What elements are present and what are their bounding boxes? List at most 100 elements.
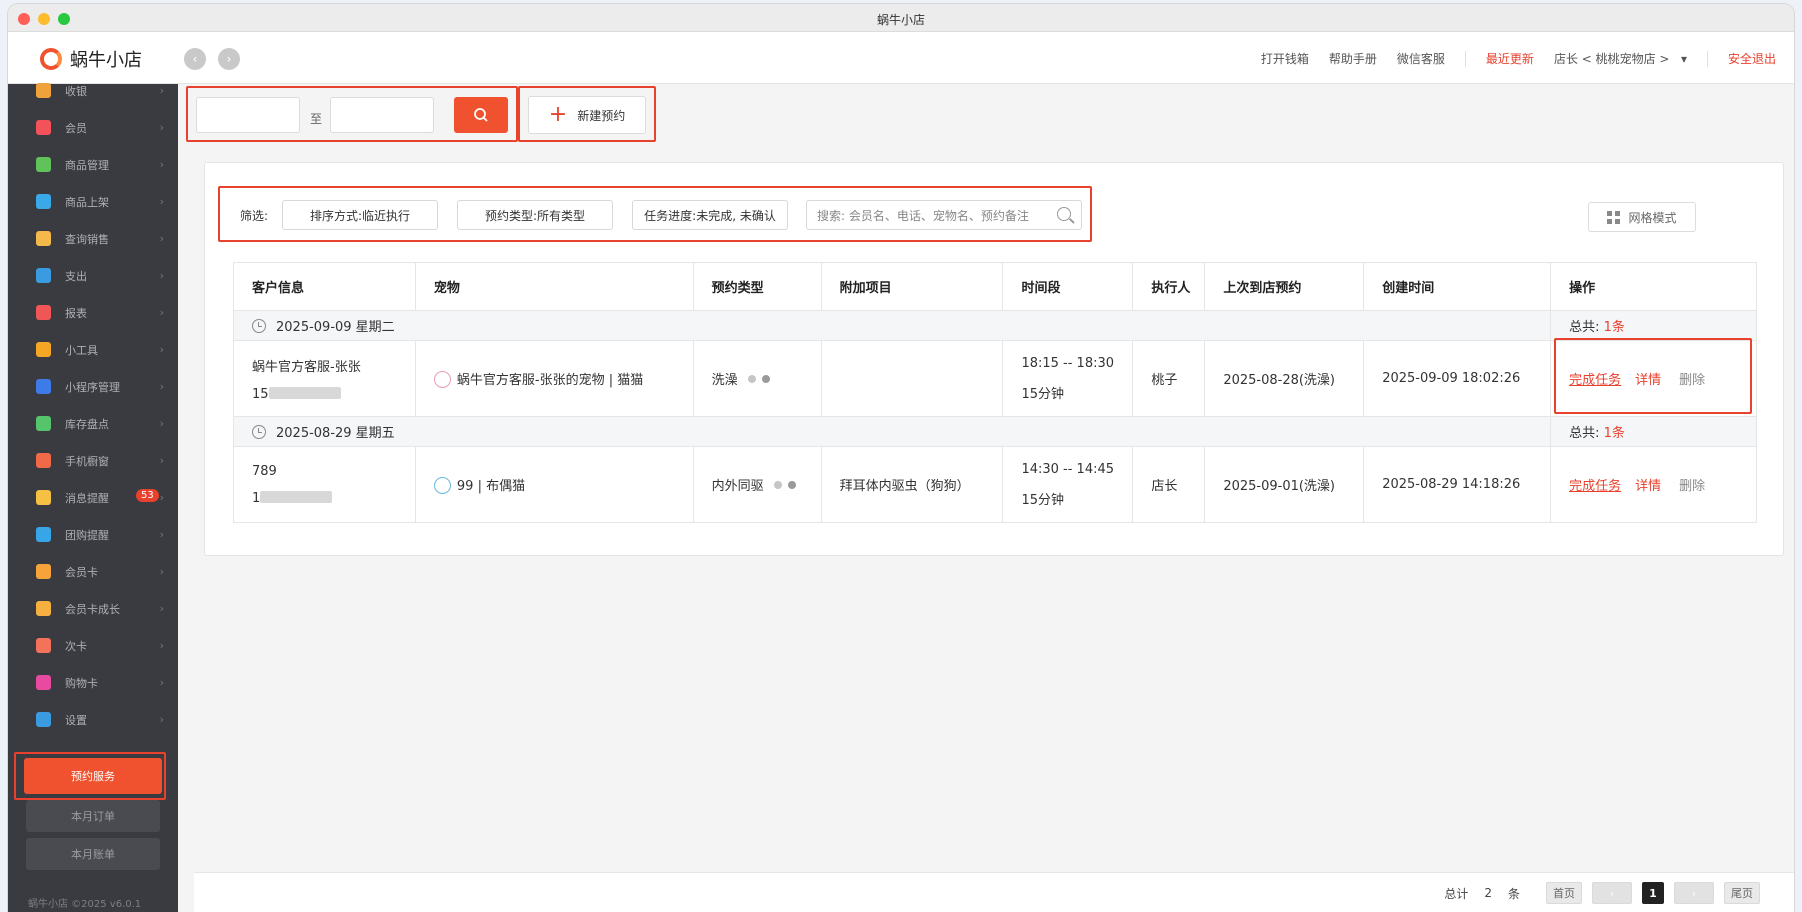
detail-link[interactable]: 详情: [1635, 373, 1661, 388]
wechat-support-link[interactable]: 微信客服: [1397, 50, 1445, 67]
complete-task-link[interactable]: 完成任务: [1569, 479, 1621, 494]
chevron-right-icon: ›: [159, 491, 164, 504]
next-page-button[interactable]: ›: [1674, 882, 1714, 904]
last-visit: 2025-08-28(洗澡): [1223, 373, 1336, 388]
sidebar-item[interactable]: 会员卡成长 ›: [8, 590, 178, 627]
sort-filter[interactable]: 排序方式:临近执行: [282, 200, 438, 230]
menu-item-icon: [36, 231, 51, 246]
logout-link[interactable]: 安全退出: [1728, 50, 1776, 67]
first-page-button[interactable]: 首页: [1546, 882, 1582, 904]
sidebar-item[interactable]: 小程序管理 ›: [8, 368, 178, 405]
sidebar-item-label: 团购提醒: [65, 528, 109, 542]
chevron-right-icon: ›: [159, 343, 164, 356]
sidebar-item-label: 库存盘点: [65, 417, 109, 431]
duration: 15分钟: [1021, 492, 1064, 508]
chevron-left-icon: ‹: [1609, 886, 1615, 900]
filter-label: 筛选:: [240, 209, 269, 223]
history-nav: ‹ ›: [184, 48, 240, 70]
status-dots-icon: [773, 479, 802, 494]
start-date-input[interactable]: [196, 97, 300, 133]
appointment-type: 洗澡: [711, 373, 738, 388]
sidebar-item-label: 查询销售: [65, 232, 109, 246]
sidebar-item[interactable]: 团购提醒 ›: [8, 516, 178, 553]
open-cash-drawer-link[interactable]: 打开钱箱: [1261, 50, 1309, 67]
sidebar-item-label: 报表: [65, 306, 87, 320]
sidebar-item[interactable]: 商品上架 ›: [8, 183, 178, 220]
grid-icon: [1607, 210, 1621, 224]
menu-item-icon: [36, 379, 51, 394]
sidebar-item[interactable]: 消息提醒 53 ›: [8, 479, 178, 516]
masked-phone: [260, 490, 333, 503]
col-header: 客户信息: [233, 262, 416, 311]
sidebar-item[interactable]: 查询销售 ›: [8, 220, 178, 257]
sidebar-item-label: 小程序管理: [65, 380, 120, 394]
new-appointment-button[interactable]: + 新建预约: [528, 96, 646, 134]
sidebar-item-label: 会员: [65, 121, 87, 135]
sidebar-item[interactable]: 会员 ›: [8, 109, 178, 146]
delete-link[interactable]: 删除: [1679, 479, 1705, 494]
sidebar-item-label: 购物卡: [65, 676, 98, 690]
sidebar-item[interactable]: 设置 ›: [8, 701, 178, 738]
chevron-right-icon: ›: [159, 269, 164, 282]
sidebar-item[interactable]: 小工具 ›: [8, 331, 178, 368]
table-row[interactable]: 789 1 99 | 布偶猫 内外同驱 拜耳体内驱虫（狗狗） 14:30 -- 14:45…: [233, 446, 1757, 523]
menu-item-icon: [36, 675, 51, 690]
pet-avatar-icon: [433, 371, 451, 388]
prev-page-button[interactable]: ‹: [1592, 882, 1632, 904]
end-date-input[interactable]: [330, 97, 434, 133]
delete-link[interactable]: 删除: [1679, 373, 1705, 388]
sidebar-item[interactable]: 购物卡 ›: [8, 664, 178, 701]
customer-phone: 1: [252, 490, 261, 506]
complete-task-link[interactable]: 完成任务: [1569, 373, 1621, 388]
chevron-right-icon: ›: [1691, 886, 1697, 900]
sidebar-item[interactable]: 商品管理 ›: [8, 146, 178, 183]
chevron-right-icon: ›: [159, 232, 164, 245]
recent-update-link[interactable]: 最近更新: [1486, 50, 1534, 67]
detail-link[interactable]: 详情: [1635, 479, 1661, 494]
monthly-orders-button[interactable]: 本月订单: [26, 800, 160, 832]
time-range: 14:30 -- 14:45: [1021, 461, 1115, 477]
col-header: 创建时间: [1363, 262, 1552, 311]
version-footer: 蜗牛小店 ©2025 v6.0.1: [28, 899, 142, 910]
sidebar-item[interactable]: 次卡 ›: [8, 627, 178, 664]
appointment-service-button[interactable]: 预约服务: [24, 758, 162, 794]
help-manual-link[interactable]: 帮助手册: [1329, 50, 1377, 67]
table-row[interactable]: 蜗牛官方客服-张张 15 蜗牛官方客服-张张的宠物 | 猫猫 洗澡 18:15 -- 1…: [233, 340, 1757, 417]
menu-item-icon: [36, 490, 51, 505]
sidebar-item-label: 收银: [65, 84, 87, 98]
type-filter[interactable]: 预约类型:所有类型: [457, 200, 613, 230]
pet-name: 蜗牛官方客服-张张的宠物 | 猫猫: [456, 373, 644, 388]
title-bar: 蜗牛小店: [8, 4, 1794, 32]
group-date: 2025-08-29 星期五: [276, 426, 395, 441]
menu-item-icon: [36, 120, 51, 135]
forward-button[interactable]: ›: [218, 48, 240, 70]
appointment-search-input[interactable]: 搜索: 会员名、电话、宠物名、预约备注: [806, 200, 1082, 230]
chevron-right-icon: ›: [159, 676, 164, 689]
menu-item-icon: [36, 564, 51, 579]
current-page-button[interactable]: 1: [1642, 882, 1664, 904]
sidebar-item[interactable]: 会员卡 ›: [8, 553, 178, 590]
sidebar-item-label: 消息提醒: [65, 491, 109, 505]
menu-item-icon: [36, 305, 51, 320]
last-page-button[interactable]: 尾页: [1724, 882, 1760, 904]
menu-item-icon: [36, 453, 51, 468]
progress-filter[interactable]: 任务进度:未完成, 未确认: [632, 200, 788, 230]
sidebar-item[interactable]: 报表 ›: [8, 294, 178, 331]
sidebar-item[interactable]: 库存盘点 ›: [8, 405, 178, 442]
monthly-billing-button[interactable]: 本月账单: [26, 838, 160, 870]
back-button[interactable]: ‹: [184, 48, 206, 70]
header-divider: [1464, 50, 1466, 67]
sidebar-item[interactable]: 支出 ›: [8, 257, 178, 294]
sidebar-item[interactable]: 收银 ›: [8, 72, 178, 109]
range-separator: 至: [310, 112, 323, 126]
chevron-right-icon: ›: [159, 565, 164, 578]
date-search-button[interactable]: [454, 97, 508, 133]
sidebar-item-label: 商品上架: [65, 195, 109, 209]
notification-badge: 53: [136, 489, 159, 502]
grid-mode-button[interactable]: 网格模式: [1588, 202, 1696, 232]
created-time: 2025-09-09 18:02:26: [1382, 371, 1521, 386]
store-selector[interactable]: 店长 < 桃桃宠物店 > ▾: [1554, 50, 1687, 67]
sidebar-item[interactable]: 手机橱窗 ›: [8, 442, 178, 479]
chevron-right-icon: ›: [159, 417, 164, 430]
group-total: 1条: [1603, 320, 1625, 335]
